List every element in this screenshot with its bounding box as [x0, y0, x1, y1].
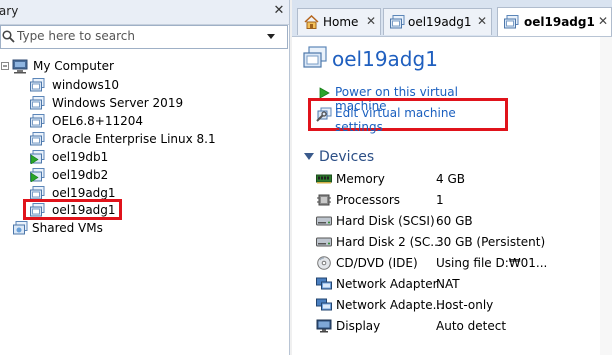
network-icon: [316, 298, 332, 311]
collapse-devices-icon[interactable]: [304, 153, 314, 160]
shared-vms-icon: [13, 221, 28, 235]
device-name: CD/DVD (IDE): [336, 256, 418, 270]
library-close-icon[interactable]: ✕: [272, 3, 286, 19]
library-title: rary: [0, 4, 19, 18]
library-search[interactable]: [0, 25, 288, 49]
tree-label: My Computer: [33, 59, 114, 73]
vm-running-icon: [30, 150, 45, 164]
tree-label: windows10: [52, 78, 120, 92]
tree-label: OEL6.8+11204: [52, 114, 144, 128]
device-value: 30 GB (Persistent): [436, 235, 546, 249]
computer-icon: [12, 59, 28, 74]
tab-label: oel19adg1: [408, 15, 472, 29]
device-name: Hard Disk (SCSI): [336, 214, 435, 228]
device-row-cd-dvd[interactable]: CD/DVD (IDE) Using file D:₩01...: [316, 254, 600, 274]
device-row-hard-disk[interactable]: Hard Disk (SCSI) 60 GB: [316, 212, 596, 232]
network-icon: [316, 277, 332, 290]
device-row-memory[interactable]: Memory 4 GB: [316, 170, 596, 190]
tree-item-shared-vms[interactable]: Shared VMs: [13, 219, 163, 237]
tree-item-vm[interactable]: windows10: [30, 76, 200, 94]
device-row-network-host-only[interactable]: Network Adapte... Host-only: [316, 296, 596, 316]
tree-item-vm[interactable]: OEL6.8+11204: [30, 112, 230, 130]
tab-vm-active[interactable]: oel19adg1 ✕: [497, 7, 612, 36]
tab-label: oel19adg1: [524, 15, 595, 29]
memory-icon: [316, 174, 332, 184]
settings-icon: [316, 107, 332, 122]
search-icon: [2, 30, 15, 43]
vertical-scrollbar[interactable]: [600, 37, 612, 355]
tree-item-vm-selected[interactable]: oel19adg1: [30, 201, 120, 219]
device-row-network-nat[interactable]: Network Adapter NAT: [316, 275, 596, 295]
device-name: Display: [336, 319, 381, 333]
vm-icon: [30, 132, 45, 146]
device-name: Network Adapte...: [336, 298, 445, 312]
tab-close-icon[interactable]: ✕: [366, 14, 376, 28]
tab-label: Home: [323, 15, 359, 29]
vm-icon: [30, 203, 45, 217]
library-title-bar: rary ✕: [0, 0, 289, 25]
tree-label: oel19adg1: [52, 203, 116, 217]
device-name: Hard Disk 2 (SC...: [336, 235, 442, 249]
device-value: Auto detect: [436, 319, 507, 333]
search-dropdown-icon[interactable]: [267, 34, 275, 39]
display-icon: [316, 319, 332, 333]
vm-name-title: oel19adg1: [332, 47, 438, 71]
device-value: 60 GB: [436, 214, 473, 228]
tree-label: oel19db1: [52, 150, 109, 164]
device-value: Using file D:₩01...: [436, 256, 548, 270]
tab-close-icon[interactable]: ✕: [598, 14, 608, 28]
vm-running-icon: [30, 168, 45, 182]
cd-dvd-icon: [317, 256, 331, 270]
vm-large-icon: [303, 46, 327, 68]
edit-settings-label: Edit virtual machine settings: [335, 106, 456, 134]
hard-disk-icon: [316, 216, 332, 226]
search-input[interactable]: [17, 28, 263, 44]
home-icon: [304, 15, 319, 29]
tree-label: oel19db2: [52, 168, 109, 182]
devices-heading: Devices: [319, 149, 375, 165]
tree-label: Shared VMs: [32, 221, 103, 235]
device-value: NAT: [436, 277, 460, 291]
device-row-processors[interactable]: Processors 1: [316, 191, 596, 211]
vm-icon: [504, 15, 519, 29]
device-name: Processors: [336, 193, 401, 207]
processor-icon: [317, 194, 331, 206]
edit-settings-link[interactable]: Edit virtual machine settings: [316, 106, 506, 134]
device-value: Host-only: [436, 298, 494, 312]
collapse-icon[interactable]: [1, 62, 9, 70]
device-value: 1: [436, 193, 444, 207]
tab-home[interactable]: Home ✕: [297, 8, 381, 35]
vm-icon: [390, 15, 405, 29]
tree-item-vm[interactable]: Oracle Enterprise Linux 8.1: [30, 130, 270, 148]
vm-icon: [30, 114, 45, 128]
device-name: Network Adapter: [336, 277, 438, 291]
hard-disk-icon: [316, 237, 332, 247]
tree-label: Oracle Enterprise Linux 8.1: [52, 132, 216, 146]
tree-item-my-computer[interactable]: My Computer: [0, 57, 200, 75]
vm-icon: [30, 96, 45, 110]
device-row-display[interactable]: Display Auto detect: [316, 317, 596, 337]
tab-strip: Home ✕ oel19adg1 ✕ oel19adg1 ✕: [292, 0, 612, 37]
tree-item-vm-running[interactable]: oel19db1: [30, 148, 200, 166]
tree-item-vm-running[interactable]: oel19db2: [30, 166, 200, 184]
tree-label: Windows Server 2019: [52, 96, 184, 110]
tab-vm[interactable]: oel19adg1 ✕: [383, 8, 492, 35]
device-row-hard-disk-2[interactable]: Hard Disk 2 (SC... 30 GB (Persistent): [316, 233, 600, 253]
device-value: 4 GB: [436, 172, 465, 186]
tree-item-vm[interactable]: Windows Server 2019: [30, 94, 230, 112]
vm-icon: [30, 78, 45, 92]
vm-icon: [30, 186, 45, 200]
tab-close-icon[interactable]: ✕: [477, 14, 487, 28]
device-name: Memory: [336, 172, 385, 186]
